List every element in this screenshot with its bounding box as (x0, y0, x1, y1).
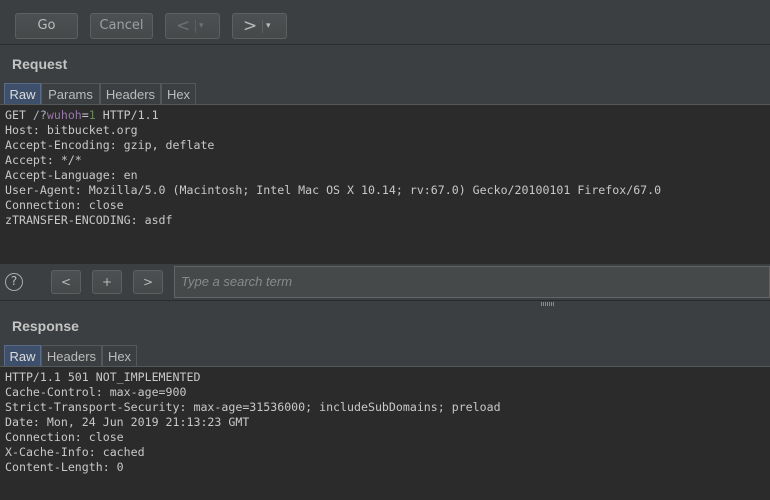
response-header-line: X-Cache-Info: cached (5, 445, 145, 459)
request-header-line: User-Agent: Mozilla/5.0 (Macintosh; Inte… (5, 183, 662, 197)
response-header-line: Content-Length: 0 (5, 460, 124, 474)
drag-handle-icon[interactable] (541, 302, 555, 306)
forward-arrow-icon: > (243, 16, 258, 36)
tab-response-raw[interactable]: Raw (4, 345, 41, 366)
search-previous-button[interactable]: < (51, 270, 81, 294)
request-line: GET /?wuhoh=1 HTTP/1.1 (5, 108, 159, 123)
param-value: 1 (88, 108, 96, 122)
tab-request-raw[interactable]: Raw (4, 83, 41, 104)
toolbar: Go Cancel < ▾ > ▾ (0, 0, 770, 45)
request-line-method: GET (5, 108, 33, 122)
help-icon[interactable]: ? (5, 273, 23, 291)
repeater-window: Go Cancel < ▾ > ▾ Request Raw Params Hea… (0, 0, 770, 500)
response-header-line: Strict-Transport-Security: max-age=31536… (5, 400, 501, 414)
request-header-line: Accept: */* (5, 153, 82, 167)
response-header-line: Cache-Control: max-age=900 (5, 385, 187, 399)
request-header-line: Host: bitbucket.org (5, 123, 138, 137)
param-equals: = (81, 108, 89, 122)
request-line-path: /? (32, 108, 47, 122)
response-header-line: Connection: close (5, 430, 124, 444)
tab-response-headers[interactable]: Headers (41, 345, 102, 366)
search-input[interactable]: Type a search term (174, 266, 770, 298)
request-header-line: Accept-Encoding: gzip, deflate (5, 138, 215, 152)
response-status-line: HTTP/1.1 501 NOT_IMPLEMENTED (5, 370, 201, 384)
go-button[interactable]: Go (15, 13, 78, 39)
tab-request-hex[interactable]: Hex (161, 83, 196, 104)
request-editor[interactable]: GET /?wuhoh=1 HTTP/1.1 Host: bitbucket.o… (0, 104, 770, 265)
tab-response-hex[interactable]: Hex (102, 345, 137, 366)
response-header-line: Date: Mon, 24 Jun 2019 21:13:23 GMT (5, 415, 250, 429)
request-line-protocol: HTTP/1.1 (95, 108, 159, 122)
request-header-line: Accept-Language: en (5, 168, 138, 182)
request-header-line: Connection: close (5, 198, 124, 212)
param-name: wuhoh (46, 108, 82, 122)
pane-splitter[interactable] (0, 300, 770, 308)
request-title: Request (12, 56, 68, 72)
back-history-button[interactable]: < ▾ (165, 13, 220, 39)
divider (195, 20, 196, 33)
search-next-button[interactable]: > (133, 270, 163, 294)
tab-request-headers[interactable]: Headers (100, 83, 161, 104)
request-header-line: zTRANSFER-ENCODING: asdf (5, 213, 173, 227)
search-bar: ? < + > Type a search term (0, 264, 770, 300)
divider (262, 20, 263, 33)
chevron-down-icon[interactable]: ▾ (266, 14, 271, 38)
forward-history-button[interactable]: > ▾ (232, 13, 287, 39)
response-title: Response (12, 318, 79, 334)
response-viewer[interactable]: HTTP/1.1 501 NOT_IMPLEMENTED Cache-Contr… (0, 366, 770, 500)
cancel-button[interactable]: Cancel (90, 13, 153, 39)
tab-request-params[interactable]: Params (41, 83, 100, 104)
search-add-button[interactable]: + (92, 270, 122, 294)
chevron-down-icon[interactable]: ▾ (199, 14, 204, 38)
back-arrow-icon: < (176, 16, 191, 36)
